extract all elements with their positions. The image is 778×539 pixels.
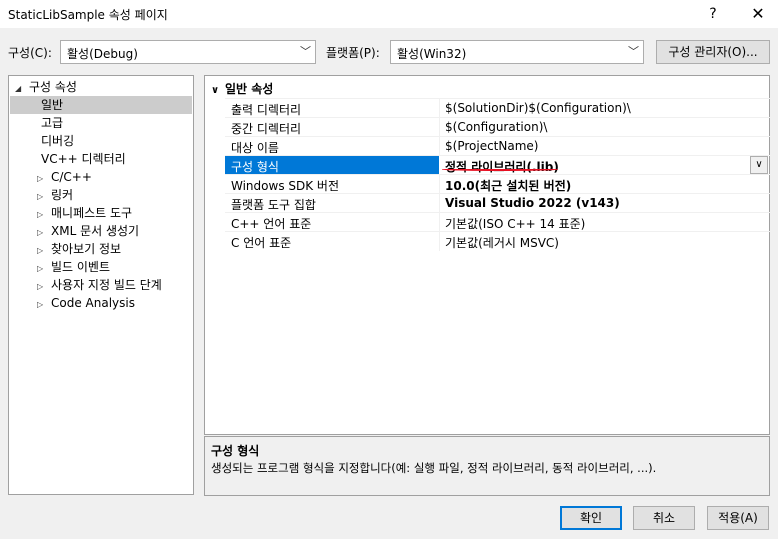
collapsed-triangle-icon[interactable]: ▷	[37, 296, 51, 314]
property-name: C 언어 표준	[231, 236, 292, 250]
tree-item-cpp[interactable]: ▷ C/C++	[37, 168, 92, 186]
property-name: 중간 디렉터리	[231, 122, 302, 136]
tree-item-browse-info[interactable]: ▷ 찾아보기 정보	[37, 240, 121, 258]
description-text: 생성되는 프로그램 형식을 지정합니다(예: 실행 파일, 정적 라이브러리, …	[211, 461, 657, 475]
property-value: Visual Studio 2022 (v143)	[445, 196, 620, 210]
value-dropdown-button[interactable]: ∨	[750, 156, 768, 174]
cancel-button[interactable]: 취소	[633, 506, 695, 530]
title-bar: StaticLibSample 속성 페이지 ? ✕	[0, 0, 778, 28]
column-divider	[439, 99, 440, 118]
property-row-windows-sdk[interactable]: Windows SDK 버전 10.0(최근 설치된 버전)	[225, 174, 770, 194]
ok-button[interactable]: 확인	[560, 506, 622, 530]
tree-item-advanced[interactable]: 고급	[41, 114, 63, 132]
tree-item-linker[interactable]: ▷ 링커	[37, 186, 73, 204]
column-divider	[439, 232, 440, 251]
property-value: $(SolutionDir)$(Configuration)\	[445, 101, 631, 115]
tree-item-manifest-tool[interactable]: ▷ 매니페스트 도구	[37, 204, 132, 222]
tree-root[interactable]: ◢ 구성 속성	[15, 78, 77, 96]
close-button[interactable]: ✕	[740, 2, 776, 26]
section-header[interactable]: ∨ 일반 속성	[205, 80, 273, 98]
tree-item-xml-doc-generator[interactable]: ▷ XML 문서 생성기	[37, 222, 139, 240]
red-underline-annotation	[442, 168, 558, 171]
property-row-target-name[interactable]: 대상 이름 $(ProjectName)	[225, 136, 770, 156]
tree-item-label: XML 문서 생성기	[51, 224, 140, 238]
property-value: 10.0(최근 설치된 버전)	[445, 179, 572, 193]
column-divider	[439, 118, 440, 137]
tree-item-label: VC++ 디렉터리	[41, 152, 126, 166]
property-name: 대상 이름	[231, 141, 279, 155]
property-tree[interactable]: ◢ 구성 속성 일반 고급 디버깅 VC++ 디렉터리 ▷ C/C++ ▷ 링커 ▷ 매…	[8, 75, 194, 495]
help-button[interactable]: ?	[698, 2, 728, 26]
tree-item-label: 빌드 이벤트	[51, 260, 111, 274]
tree-item-label: 사용자 지정 빌드 단계	[51, 278, 162, 292]
section-title: 일반 속성	[225, 82, 274, 96]
platform-label: 플랫폼(P):	[326, 46, 380, 60]
property-value[interactable]: 정적 라이브러리(.lib)	[445, 158, 559, 175]
tree-item-label: 찾아보기 정보	[51, 242, 122, 256]
column-divider	[439, 194, 440, 213]
chevron-down-icon: ∨	[755, 159, 763, 170]
property-value: $(Configuration)\	[445, 120, 548, 134]
description-title: 구성 형식	[211, 444, 260, 458]
chevron-down-icon: ﹀	[628, 45, 639, 58]
property-name: C++ 언어 표준	[231, 217, 312, 231]
column-divider	[439, 137, 440, 156]
description-pane: 구성 형식 생성되는 프로그램 형식을 지정합니다(예: 실행 파일, 정적 라…	[204, 436, 770, 496]
property-row-intermediate-dir[interactable]: 중간 디렉터리 $(Configuration)\	[225, 117, 770, 137]
property-row-platform-toolset[interactable]: 플랫폼 도구 집합 Visual Studio 2022 (v143)	[225, 193, 770, 213]
config-label: 구성(C):	[8, 46, 52, 60]
tree-item-vc-directories[interactable]: VC++ 디렉터리	[41, 150, 126, 168]
property-name: 플랫폼 도구 집합	[231, 198, 316, 212]
tree-item-label: C/C++	[51, 170, 92, 184]
config-manager-button[interactable]: 구성 관리자(O)...	[656, 40, 770, 64]
tree-item-code-analysis[interactable]: ▷ Code Analysis	[37, 294, 135, 312]
chevron-down-icon[interactable]: ∨	[211, 82, 225, 100]
property-grid[interactable]: ∨ 일반 속성 출력 디렉터리 $(SolutionDir)$(Configura…	[204, 75, 770, 435]
tree-item-label: Code Analysis	[51, 296, 135, 310]
property-name: Windows SDK 버전	[231, 179, 340, 193]
property-value: 기본값(레거시 MSVC)	[445, 236, 559, 250]
tree-item-debugging[interactable]: 디버깅	[41, 132, 74, 150]
platform-dropdown[interactable]: 활성(Win32) ﹀	[390, 40, 644, 64]
tree-item-label: 링커	[51, 188, 74, 202]
tree-item-label: 일반	[41, 98, 64, 112]
tree-root-label: 구성 속성	[29, 80, 77, 94]
property-row-config-type[interactable]: 구성 형식 정적 라이브러리(.lib)	[225, 155, 770, 175]
tree-item-label: 매니페스트 도구	[51, 206, 133, 220]
property-row-output-dir[interactable]: 출력 디렉터리 $(SolutionDir)$(Configuration)\	[225, 98, 770, 118]
tree-item-label: 디버깅	[41, 134, 75, 148]
config-dropdown[interactable]: 활성(Debug) ﹀	[60, 40, 316, 64]
property-name: 출력 디렉터리	[231, 103, 302, 117]
apply-button[interactable]: 적용(A)	[707, 506, 769, 530]
tree-item-custom-build-step[interactable]: ▷ 사용자 지정 빌드 단계	[37, 276, 162, 294]
config-value: 활성(Debug)	[67, 47, 138, 61]
chevron-down-icon: ﹀	[300, 45, 311, 58]
tree-item-build-events[interactable]: ▷ 빌드 이벤트	[37, 258, 110, 276]
property-row-cpp-standard[interactable]: C++ 언어 표준 기본값(ISO C++ 14 표준)	[225, 212, 770, 232]
platform-value: 활성(Win32)	[397, 47, 467, 61]
tree-item-general[interactable]: 일반	[10, 96, 192, 114]
property-value: 기본값(ISO C++ 14 표준)	[445, 217, 586, 231]
property-value: $(ProjectName)	[445, 139, 539, 153]
column-divider	[439, 175, 440, 194]
column-divider	[439, 213, 440, 232]
property-name: 구성 형식	[231, 160, 279, 174]
window-title: StaticLibSample 속성 페이지	[8, 8, 168, 22]
property-row-c-standard[interactable]: C 언어 표준 기본값(레거시 MSVC)	[225, 231, 770, 251]
tree-item-label: 고급	[41, 116, 64, 130]
